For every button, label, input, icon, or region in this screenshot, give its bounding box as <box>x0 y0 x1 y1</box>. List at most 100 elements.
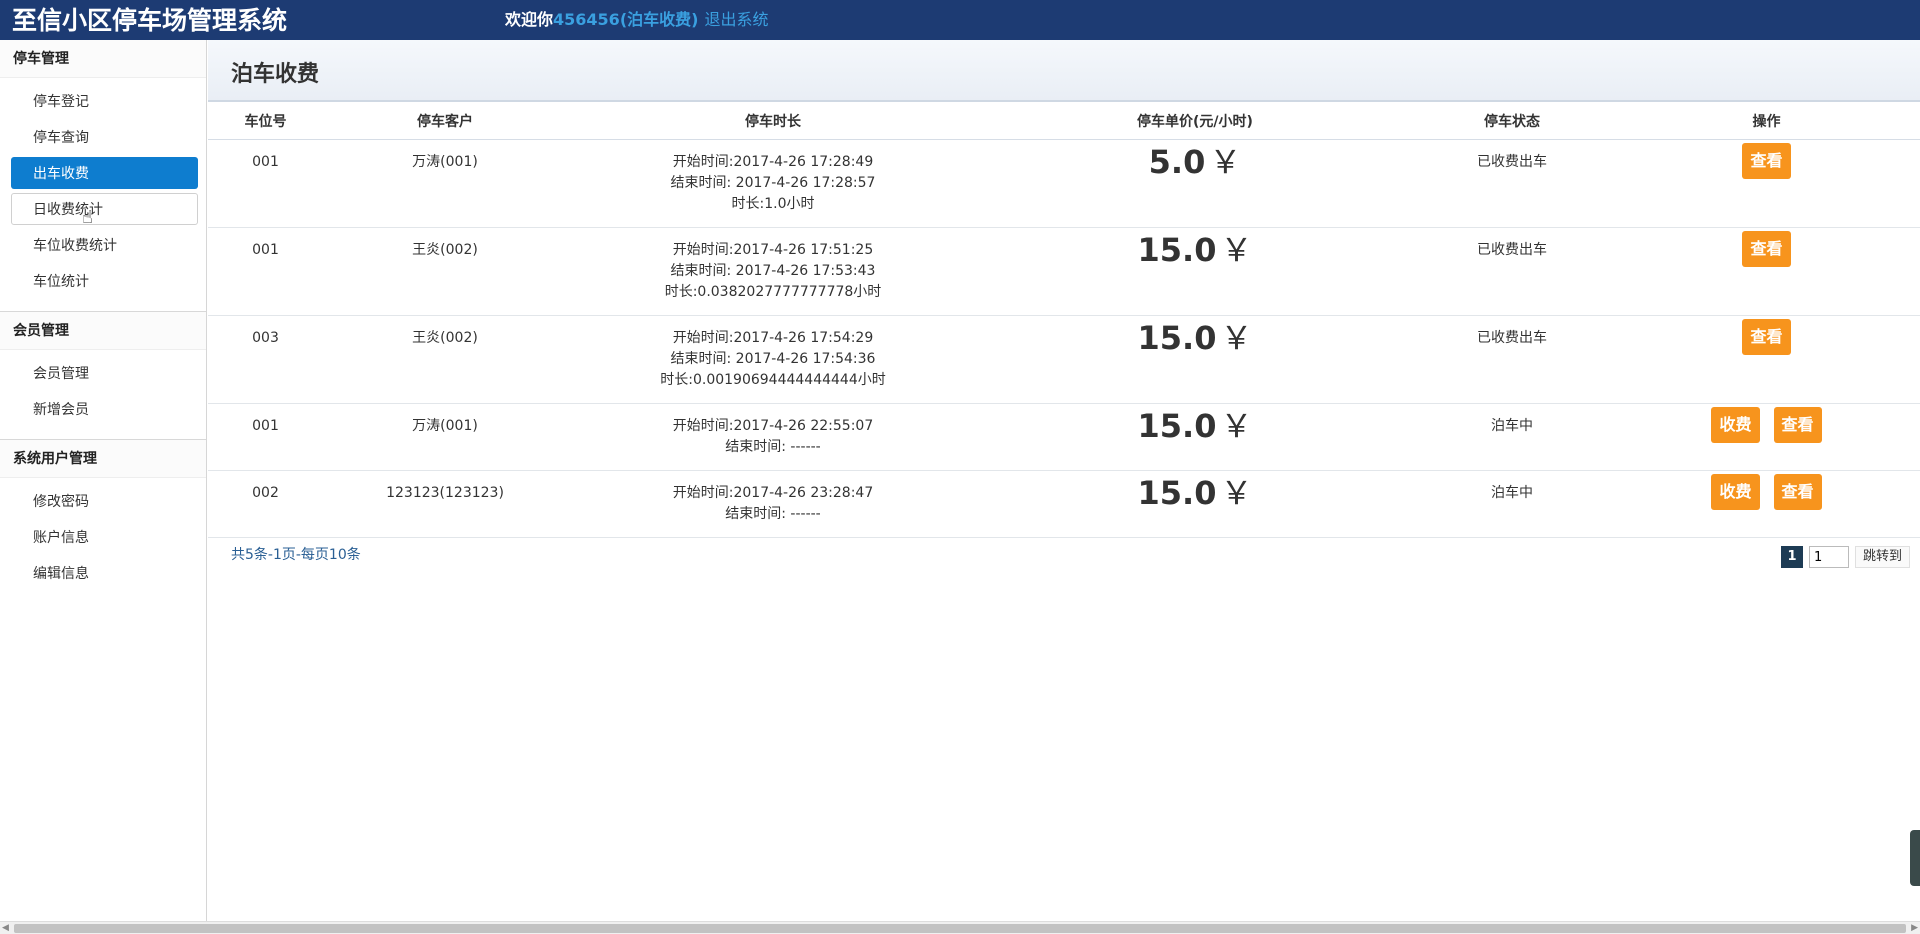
pager-summary: 共5条-1页-每页10条 <box>231 547 361 563</box>
horizontal-scrollbar[interactable]: ◀ ▶ <box>0 921 1920 934</box>
scrollbar-thumb[interactable] <box>14 924 1906 933</box>
view-button[interactable]: 查看 <box>1742 142 1791 179</box>
unit-price: 15.0 ￥ <box>979 227 1411 316</box>
unit-price: 15.0 ￥ <box>979 315 1411 404</box>
logout-link[interactable]: 退出系统 <box>704 10 768 29</box>
duration: 时长:1.0小时 <box>731 195 815 212</box>
duration-cell: 开始时间:2017-4-26 23:28:47 结束时间: ------ <box>567 470 979 538</box>
yen-icon: ￥ <box>1220 230 1253 269</box>
duration: 时长:0.00190694444444444小时 <box>660 371 886 388</box>
status: 泊车中 <box>1411 470 1613 538</box>
current-user: 456456(泊车收费) <box>553 10 699 29</box>
sidebar-item-edit-info[interactable]: 编辑信息 <box>11 557 198 589</box>
sidebar-item-space-stats[interactable]: 车位统计 <box>11 265 198 297</box>
main-panel: 泊车收费 车位号 停车客户 停车时长 停车单价(元/小时) 停车状态 操作 00… <box>208 40 1920 921</box>
price-value: 15.0 <box>1137 230 1217 269</box>
scroll-left-icon[interactable]: ◀ <box>2 922 9 934</box>
column-header: 操作 <box>1613 103 1920 140</box>
price-value: 15.0 <box>1137 473 1217 512</box>
menu-header-parking: 停车管理 <box>0 40 206 78</box>
column-header: 停车单价(元/小时) <box>979 103 1411 140</box>
page-jump-button[interactable]: 跳转到 <box>1854 546 1910 568</box>
end-time: 结束时间: 2017-4-26 17:54:36 <box>670 350 876 367</box>
table-row: 001 万涛(001) 开始时间:2017-4-26 17:28:49 结束时间… <box>208 139 1920 228</box>
sidebar-item-daily-stats[interactable]: 日收费统计 ☝ <box>11 193 198 228</box>
sidebar-item-exit-charge[interactable]: 出车收费 <box>11 157 198 189</box>
top-header: 至信小区停车场管理系统 欢迎你456456(泊车收费) 退出系统 <box>0 0 1920 40</box>
table-row: 001 万涛(001) 开始时间:2017-4-26 22:55:07 结束时间… <box>208 403 1920 471</box>
unit-price: 15.0 ￥ <box>979 470 1411 538</box>
table-row: 002 123123(123123) 开始时间:2017-4-26 23:28:… <box>208 470 1920 538</box>
price-value: 15.0 <box>1137 406 1217 445</box>
space-number: 002 <box>208 470 323 538</box>
view-button[interactable]: 查看 <box>1773 473 1822 510</box>
customer: 万涛(001) <box>323 139 567 228</box>
sidebar-item-member-manage[interactable]: 会员管理 <box>11 357 198 389</box>
duration-cell: 开始时间:2017-4-26 17:54:29 结束时间: 2017-4-26 … <box>567 315 979 404</box>
view-button[interactable]: 查看 <box>1742 230 1791 267</box>
actions-cell: 查看 <box>1613 315 1920 404</box>
end-time: 结束时间: 2017-4-26 17:28:57 <box>670 174 876 191</box>
column-header: 停车状态 <box>1411 103 1613 140</box>
start-time: 开始时间:2017-4-26 22:55:07 <box>672 417 874 434</box>
sidebar-item-account-info[interactable]: 账户信息 <box>11 521 198 553</box>
table-row: 001 王炎(002) 开始时间:2017-4-26 17:51:25 结束时间… <box>208 227 1920 316</box>
column-header: 停车客户 <box>323 103 567 140</box>
app-title: 至信小区停车场管理系统 <box>12 6 288 35</box>
space-number: 001 <box>208 403 323 471</box>
duration-cell: 开始时间:2017-4-26 22:55:07 结束时间: ------ <box>567 403 979 471</box>
view-button[interactable]: 查看 <box>1742 318 1791 355</box>
menu-header-system-users: 系统用户管理 <box>0 440 206 478</box>
menu-group-system-users: 系统用户管理 修改密码 账户信息 编辑信息 <box>0 440 206 603</box>
sidebar-item-parking-query[interactable]: 停车查询 <box>11 121 198 153</box>
parking-charge-table: 车位号 停车客户 停车时长 停车单价(元/小时) 停车状态 操作 001 万涛(… <box>208 103 1920 538</box>
status: 已收费出车 <box>1411 315 1613 404</box>
price-value: 5.0 <box>1148 142 1206 181</box>
sidebar-item-parking-register[interactable]: 停车登记 <box>11 85 198 117</box>
sidebar-item-add-member[interactable]: 新增会员 <box>11 393 198 425</box>
pager: 1 跳转到 <box>1780 546 1910 568</box>
yen-icon: ￥ <box>1220 473 1253 512</box>
view-button[interactable]: 查看 <box>1773 406 1822 443</box>
yen-icon: ￥ <box>1220 318 1253 357</box>
duration: 时长:0.0382027777777778小时 <box>664 283 882 300</box>
space-number: 001 <box>208 227 323 316</box>
customer: 王炎(002) <box>323 315 567 404</box>
actions-cell: 收费 查看 <box>1613 403 1920 471</box>
customer: 王炎(002) <box>323 227 567 316</box>
table-row: 003 王炎(002) 开始时间:2017-4-26 17:54:29 结束时间… <box>208 315 1920 404</box>
duration-cell: 开始时间:2017-4-26 17:28:49 结束时间: 2017-4-26 … <box>567 139 979 228</box>
yen-icon: ￥ <box>1209 142 1242 181</box>
unit-price: 15.0 ￥ <box>979 403 1411 471</box>
hand-cursor-icon: ☝ <box>82 207 93 228</box>
sidebar-item-change-password[interactable]: 修改密码 <box>11 485 198 517</box>
space-number: 003 <box>208 315 323 404</box>
space-number: 001 <box>208 139 323 228</box>
side-widget-handle[interactable] <box>1910 830 1920 886</box>
menu-header-members: 会员管理 <box>0 312 206 350</box>
welcome-prefix: 欢迎你 <box>505 10 554 29</box>
status: 已收费出车 <box>1411 139 1613 228</box>
sidebar-item-space-charge-stats[interactable]: 车位收费统计 <box>11 229 198 261</box>
start-time: 开始时间:2017-4-26 23:28:47 <box>672 484 874 501</box>
scroll-right-icon[interactable]: ▶ <box>1911 922 1918 934</box>
yen-icon: ￥ <box>1220 406 1253 445</box>
page-title: 泊车收费 <box>231 62 320 87</box>
start-time: 开始时间:2017-4-26 17:51:25 <box>672 241 874 258</box>
welcome-message: 欢迎你456456(泊车收费) 退出系统 <box>505 10 768 30</box>
customer: 123123(123123) <box>323 470 567 538</box>
table-header-row: 车位号 停车客户 停车时长 停车单价(元/小时) 停车状态 操作 <box>208 103 1920 140</box>
column-header: 停车时长 <box>567 103 979 140</box>
actions-cell: 收费 查看 <box>1613 470 1920 538</box>
sidebar: 停车管理 停车登记 停车查询 出车收费 日收费统计 ☝ 车位收费统计 车位统计 会… <box>0 40 207 921</box>
menu-group-parking: 停车管理 停车登记 停车查询 出车收费 日收费统计 ☝ 车位收费统计 车位统计 <box>0 40 206 312</box>
charge-button[interactable]: 收费 <box>1711 473 1760 510</box>
actions-cell: 查看 <box>1613 139 1920 228</box>
duration-cell: 开始时间:2017-4-26 17:51:25 结束时间: 2017-4-26 … <box>567 227 979 316</box>
price-value: 15.0 <box>1137 318 1217 357</box>
page-number-current[interactable]: 1 <box>1780 546 1803 568</box>
start-time: 开始时间:2017-4-26 17:28:49 <box>672 153 874 170</box>
page-jump-input[interactable] <box>1808 546 1849 568</box>
end-time: 结束时间: 2017-4-26 17:53:43 <box>670 262 876 279</box>
charge-button[interactable]: 收费 <box>1711 406 1760 443</box>
